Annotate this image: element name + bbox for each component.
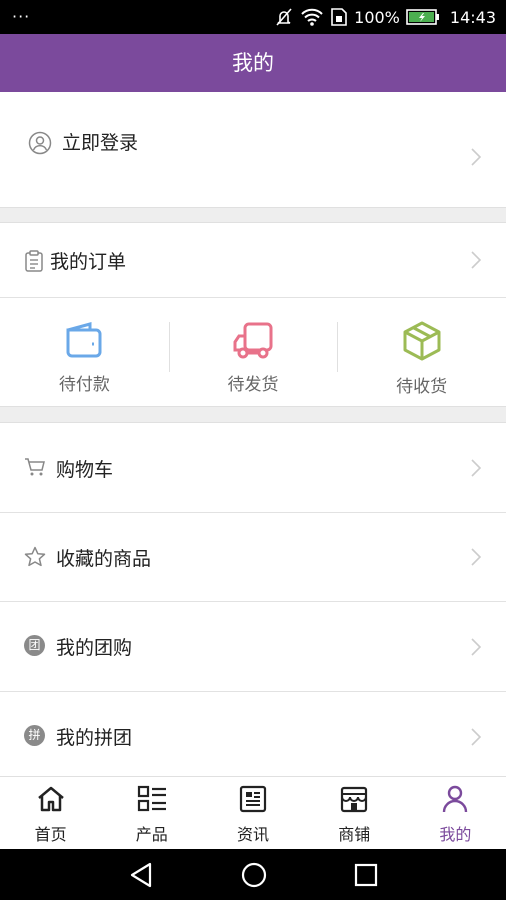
battery-icon (406, 8, 440, 26)
chevron-right-icon (471, 548, 482, 566)
battery-percent: 100% (354, 7, 400, 27)
tab-products[interactable]: 产品 (101, 777, 202, 849)
status-icons: 100% 14:43 (274, 0, 496, 34)
page-title: 我的 (0, 34, 506, 92)
menu-item-label: 我的团购 (56, 637, 133, 659)
chevron-right-icon (471, 637, 482, 656)
tab-shop[interactable]: 商铺 (304, 777, 405, 849)
user-icon (28, 131, 52, 155)
package-icon (401, 320, 443, 366)
menu-item-label: 收藏的商品 (56, 548, 152, 570)
home-icon (36, 785, 66, 817)
sim-icon (330, 7, 348, 27)
tab-bar: 首页 产品 资讯 商铺 我的 (0, 776, 506, 849)
tab-news[interactable]: 资讯 (202, 777, 303, 849)
chevron-right-icon (471, 728, 482, 746)
notification-dots: ··· (12, 7, 31, 26)
order-pending-payment-label: 待付款 (58, 375, 110, 395)
section-gap (0, 207, 506, 223)
home-circle-icon[interactable] (240, 861, 268, 893)
order-status-grid: 待付款 待发货 待收货 (0, 298, 506, 406)
menu-item-label: 购物车 (56, 459, 114, 481)
shop-icon (339, 785, 369, 817)
screen: ··· 100% 14:43 我的 立即登录 我的订单 待付款 待发货 待收货 … (0, 0, 506, 900)
list-icon (137, 785, 167, 817)
chevron-right-icon (471, 458, 482, 477)
chevron-right-icon (471, 147, 482, 166)
pin-group-icon: 拼 (24, 725, 45, 746)
divider (337, 322, 339, 372)
order-pending-payment[interactable]: 待付款 (0, 298, 169, 406)
clock: 14:43 (449, 7, 496, 27)
tab-label: 商铺 (338, 825, 371, 844)
news-icon (238, 785, 268, 817)
tab-label: 产品 (135, 825, 168, 844)
order-pending-shipment-label: 待发货 (227, 375, 279, 395)
wallet-icon (64, 320, 104, 364)
status-bar: ··· 100% 14:43 (0, 0, 506, 34)
menu-item-pin-group[interactable]: 拼 我的拼团 (0, 692, 506, 776)
order-pending-receipt[interactable]: 待收货 (337, 298, 506, 406)
chevron-right-icon (471, 251, 482, 269)
tab-label: 首页 (34, 825, 67, 844)
group-buy-icon: 团 (24, 635, 45, 656)
clipboard-icon (24, 250, 44, 272)
recents-icon[interactable] (353, 861, 379, 893)
cart-icon (24, 457, 46, 481)
login-row[interactable]: 立即登录 (0, 92, 506, 207)
truck-icon (231, 320, 275, 364)
section-gap (0, 406, 506, 423)
login-label: 立即登录 (62, 132, 139, 154)
profile-icon (440, 785, 470, 817)
divider (168, 322, 170, 372)
order-pending-shipment[interactable]: 待发货 (168, 298, 338, 406)
my-orders-row[interactable]: 我的订单 (0, 223, 506, 297)
menu-item-group-buy[interactable]: 团 我的团购 (0, 602, 506, 691)
wifi-icon (300, 7, 324, 27)
system-nav-bar (0, 849, 506, 900)
tab-home[interactable]: 首页 (0, 777, 101, 849)
menu-item-label: 我的拼团 (56, 727, 133, 749)
menu-item-cart[interactable]: 购物车 (0, 423, 506, 512)
tab-label: 资讯 (237, 825, 270, 844)
back-icon[interactable] (128, 861, 154, 893)
my-orders-label: 我的订单 (50, 251, 127, 273)
menu-item-favorites[interactable]: 收藏的商品 (0, 513, 506, 601)
mute-icon (274, 7, 294, 27)
tab-profile[interactable]: 我的 (405, 777, 506, 849)
tab-label: 我的 (439, 825, 472, 844)
order-pending-receipt-label: 待收货 (396, 377, 448, 397)
star-icon (24, 546, 46, 572)
